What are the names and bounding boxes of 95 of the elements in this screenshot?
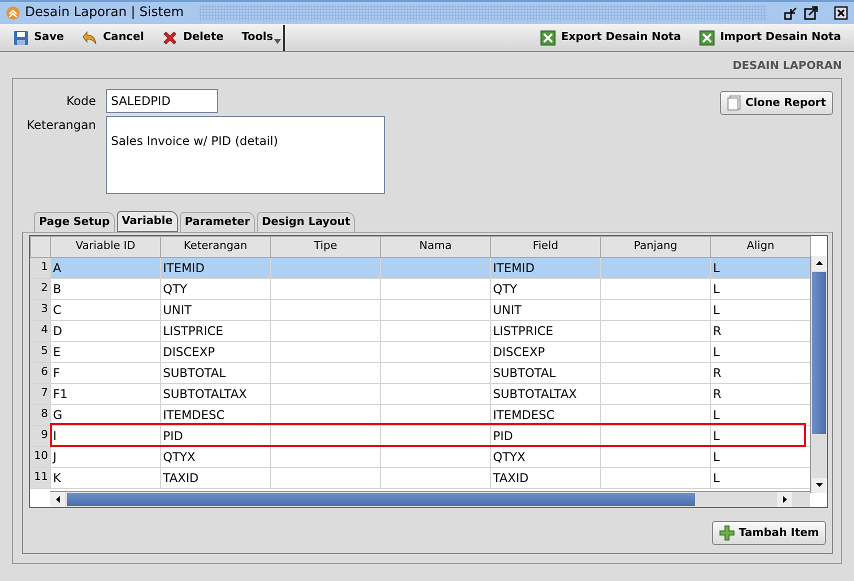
keterangan-field[interactable]: Sales Invoice w/ PID (detail) bbox=[106, 116, 385, 194]
spreadsheet-icon bbox=[540, 30, 556, 46]
tab[interactable]: Design Layout bbox=[256, 212, 356, 232]
row-number: 5 bbox=[30, 341, 50, 362]
table-cell: ITEMDESC bbox=[490, 404, 600, 425]
vertical-scrollbar[interactable] bbox=[810, 256, 827, 492]
table-row[interactable]: 4 D LISTPRICE LISTPRICE R bbox=[30, 320, 810, 341]
table-cell: ITEMDESC bbox=[160, 404, 270, 425]
table-cell: UNIT bbox=[490, 299, 600, 320]
save-button[interactable]: Save bbox=[4, 27, 73, 48]
table-cell: QTYX bbox=[160, 446, 270, 467]
table-cell: K bbox=[50, 467, 160, 488]
import-button[interactable]: Import Desain Nota bbox=[690, 27, 850, 48]
table-cell: F bbox=[50, 362, 160, 383]
table-row[interactable]: 7 F1 SUBTOTALTAX SUBTOTALTAX R bbox=[30, 383, 810, 404]
table-row[interactable]: 2 B QTY QTY L bbox=[30, 278, 810, 299]
table-cell: TAXID bbox=[490, 467, 600, 488]
app-logo-icon bbox=[6, 6, 20, 20]
column-header[interactable]: Field bbox=[490, 236, 600, 257]
table-cell: E bbox=[50, 341, 160, 362]
tools-menu-button[interactable]: Tools bbox=[232, 27, 282, 48]
row-number: 4 bbox=[30, 320, 50, 341]
delete-button[interactable]: Delete bbox=[153, 27, 233, 48]
table-cell: LISTPRICE bbox=[490, 320, 600, 341]
column-header[interactable]: Tipe bbox=[270, 236, 380, 257]
table-cell: A bbox=[50, 257, 160, 278]
table-cell: DISCEXP bbox=[490, 341, 600, 362]
add-item-button[interactable]: Tambah Item bbox=[712, 520, 826, 545]
table-cell: L bbox=[710, 257, 810, 278]
up-arrow-icon bbox=[816, 261, 823, 265]
section-title: DESAIN LAPORAN bbox=[732, 58, 843, 74]
row-number: 3 bbox=[30, 299, 50, 320]
row-number: 8 bbox=[30, 404, 50, 425]
table-row[interactable]: 3 C UNIT UNIT L bbox=[30, 299, 810, 320]
column-header[interactable]: Keterangan bbox=[160, 236, 270, 257]
column-header[interactable]: Nama bbox=[380, 236, 490, 257]
clone-report-button[interactable]: Clone Report bbox=[720, 90, 833, 115]
table-row[interactable]: 5 E DISCEXP DISCEXP L bbox=[30, 341, 810, 362]
table-row[interactable]: 8 G ITEMDESC ITEMDESC L bbox=[30, 404, 810, 425]
table-row[interactable]: 10 J QTYX QTYX L bbox=[30, 446, 810, 467]
column-header[interactable]: Variable ID bbox=[50, 236, 160, 257]
minimize-icon bbox=[784, 6, 798, 20]
tab[interactable]: Parameter bbox=[180, 212, 255, 232]
table-cell: QTY bbox=[160, 278, 270, 299]
column-header[interactable]: Panjang bbox=[600, 236, 710, 257]
cancel-button[interactable]: Cancel bbox=[72, 27, 154, 48]
delete-icon bbox=[162, 30, 178, 46]
table-cell: D bbox=[50, 320, 160, 341]
table-cell: ITEMID bbox=[160, 257, 270, 278]
row-number: 9 bbox=[30, 425, 50, 446]
close-icon bbox=[834, 6, 848, 20]
down-arrow-icon bbox=[816, 483, 823, 487]
caret-icon bbox=[274, 39, 282, 44]
row-number: 6 bbox=[30, 362, 50, 383]
table-cell: QTYX bbox=[490, 446, 600, 467]
maximize-icon bbox=[804, 6, 818, 20]
table-cell: SUBTOTALTAX bbox=[160, 383, 270, 404]
table-cell: ITEMID bbox=[490, 257, 600, 278]
table-cell: QTY bbox=[490, 278, 600, 299]
table-cell: B bbox=[50, 278, 160, 299]
table-cell: UNIT bbox=[160, 299, 270, 320]
table-cell: SUBTOTAL bbox=[160, 362, 270, 383]
table-row[interactable]: 1 A ITEMID ITEMID L bbox=[30, 257, 810, 278]
tab[interactable]: Variable bbox=[116, 211, 178, 232]
table-cell: LISTPRICE bbox=[160, 320, 270, 341]
row-number: 7 bbox=[30, 383, 50, 404]
save-icon bbox=[13, 30, 29, 46]
plus-icon bbox=[718, 524, 735, 541]
document-icon bbox=[727, 94, 742, 111]
table-cell: TAXID bbox=[160, 467, 270, 488]
right-arrow-icon bbox=[782, 496, 786, 502]
table-row[interactable]: 6 F SUBTOTAL SUBTOTAL R bbox=[30, 362, 810, 383]
row-number: 2 bbox=[30, 278, 50, 299]
undo-arrow-icon bbox=[82, 30, 98, 46]
field-label: Kode bbox=[65, 92, 97, 110]
table-row[interactable]: 9 I PID PID L bbox=[30, 425, 810, 446]
table-cell: J bbox=[50, 446, 160, 467]
table-cell: C bbox=[50, 299, 160, 320]
row-number: 10 bbox=[30, 446, 50, 467]
kode-field[interactable]: SALEDPID bbox=[106, 88, 218, 112]
row-number: 11 bbox=[30, 467, 50, 488]
table-cell: SUBTOTAL bbox=[490, 362, 600, 383]
left-arrow-icon bbox=[56, 496, 60, 502]
table-cell: F1 bbox=[50, 383, 160, 404]
table-cell: G bbox=[50, 404, 160, 425]
column-header[interactable]: Align bbox=[710, 236, 810, 257]
table-cell: DISCEXP bbox=[160, 341, 270, 362]
spreadsheet-icon bbox=[699, 30, 716, 46]
tab[interactable]: Page Setup bbox=[34, 212, 115, 232]
export-button[interactable]: Export Desain Nota bbox=[531, 27, 690, 48]
horizontal-scrollbar[interactable] bbox=[50, 490, 810, 506]
table-cell: SUBTOTALTAX bbox=[490, 383, 600, 404]
table-row[interactable]: 11 K TAXID TAXID L bbox=[30, 467, 810, 488]
row-number: 1 bbox=[30, 257, 50, 278]
field-label: Keterangan bbox=[26, 116, 97, 134]
